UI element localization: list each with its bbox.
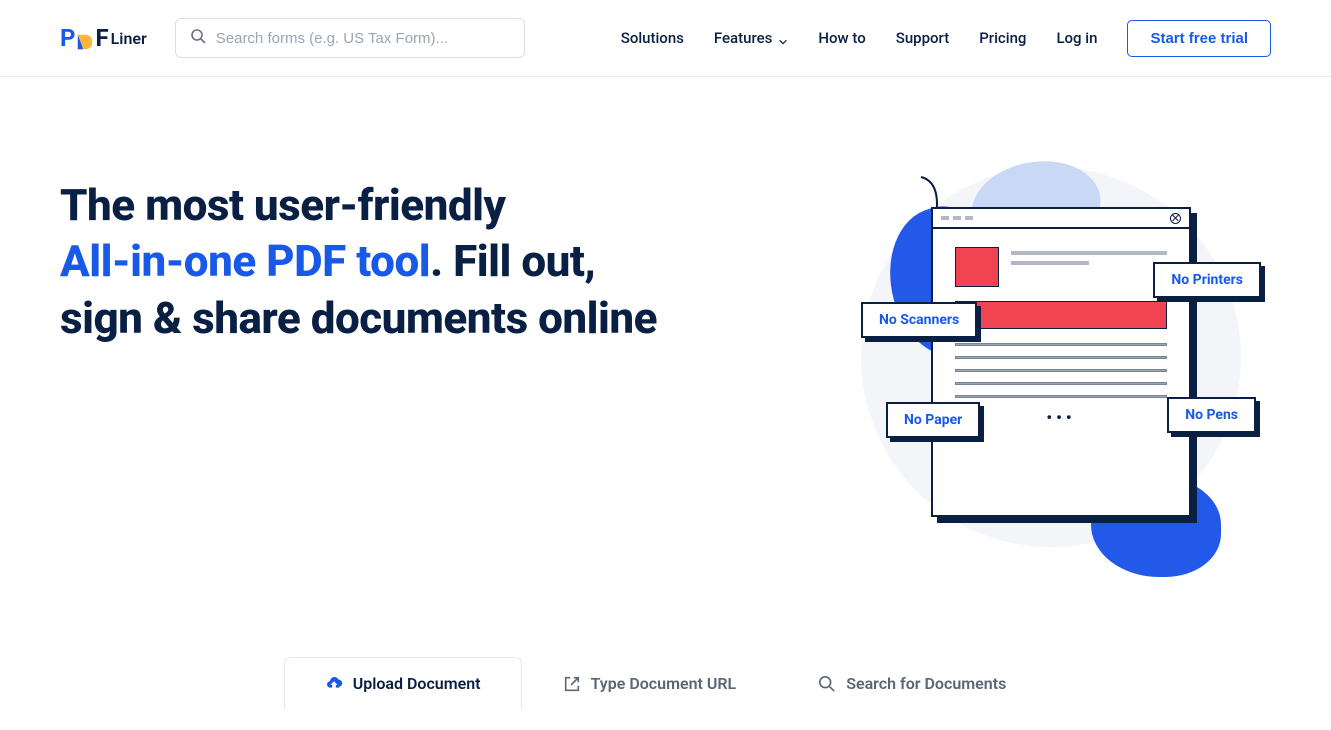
- hero-line1: The most user-friendly: [60, 179, 505, 231]
- hero-line3: sign & share documents online: [60, 292, 657, 344]
- badge-no-scanners: No Scanners: [861, 302, 977, 338]
- hero-line2-after: . Fill out,: [430, 235, 595, 287]
- chevron-down-icon: [778, 33, 788, 43]
- hero-accent: All-in-one PDF tool: [60, 235, 430, 287]
- tab-url[interactable]: Type Document URL: [522, 657, 778, 710]
- nav-login[interactable]: Log in: [1056, 29, 1097, 47]
- nav-support[interactable]: Support: [896, 29, 949, 47]
- nav-solutions[interactable]: Solutions: [621, 29, 684, 47]
- logo-letter-f: F: [95, 24, 108, 52]
- tabs: Upload Document Type Document URL Search…: [256, 657, 1076, 710]
- tab-upload-label: Upload Document: [353, 674, 481, 693]
- doc-close-icon: ✕: [1170, 213, 1181, 224]
- nav-pricing[interactable]: Pricing: [979, 29, 1026, 47]
- logo[interactable]: P F Liner: [60, 24, 147, 52]
- search-icon: [190, 28, 206, 48]
- tab-search[interactable]: Search for Documents: [777, 657, 1047, 710]
- nav-features-label: Features: [714, 29, 772, 47]
- tab-url-label: Type Document URL: [591, 674, 737, 693]
- illustration: ✕: [871, 177, 1231, 557]
- search-icon: [818, 675, 836, 693]
- hero-text: The most user-friendly All-in-one PDF to…: [60, 177, 791, 557]
- search-input[interactable]: [216, 30, 510, 47]
- badge-no-pens: No Pens: [1167, 397, 1256, 433]
- logo-icon: [76, 29, 94, 47]
- red-square-icon: [955, 247, 999, 287]
- badge-no-printers: No Printers: [1153, 262, 1261, 298]
- tab-upload[interactable]: Upload Document: [284, 657, 522, 710]
- hero-title: The most user-friendly All-in-one PDF to…: [60, 177, 791, 346]
- start-trial-button[interactable]: Start free trial: [1127, 20, 1271, 57]
- dots-icon: •••: [955, 408, 1167, 427]
- nav-features[interactable]: Features: [714, 29, 788, 47]
- hero-section: The most user-friendly All-in-one PDF to…: [0, 77, 1331, 597]
- hero-illustration-wrap: ✕: [831, 177, 1271, 557]
- logo-letter-p: P: [60, 24, 75, 52]
- main-nav: Solutions Features How to Support Pricin…: [621, 20, 1271, 57]
- nav-howto[interactable]: How to: [818, 29, 865, 47]
- document-mock: ✕: [931, 207, 1191, 517]
- red-bar-icon: [955, 301, 1167, 329]
- external-link-icon: [563, 675, 581, 693]
- doc-dots-icon: [941, 216, 973, 220]
- tabs-section: Upload Document Type Document URL Search…: [0, 657, 1331, 730]
- search-box[interactable]: [175, 18, 525, 58]
- doc-titlebar: ✕: [933, 209, 1189, 229]
- cloud-upload-icon: [325, 675, 343, 693]
- logo-suffix: Liner: [111, 29, 147, 48]
- header: P F Liner Solutions Fe: [0, 0, 1331, 77]
- badge-no-paper: No Paper: [886, 402, 980, 438]
- tab-search-label: Search for Documents: [846, 674, 1006, 693]
